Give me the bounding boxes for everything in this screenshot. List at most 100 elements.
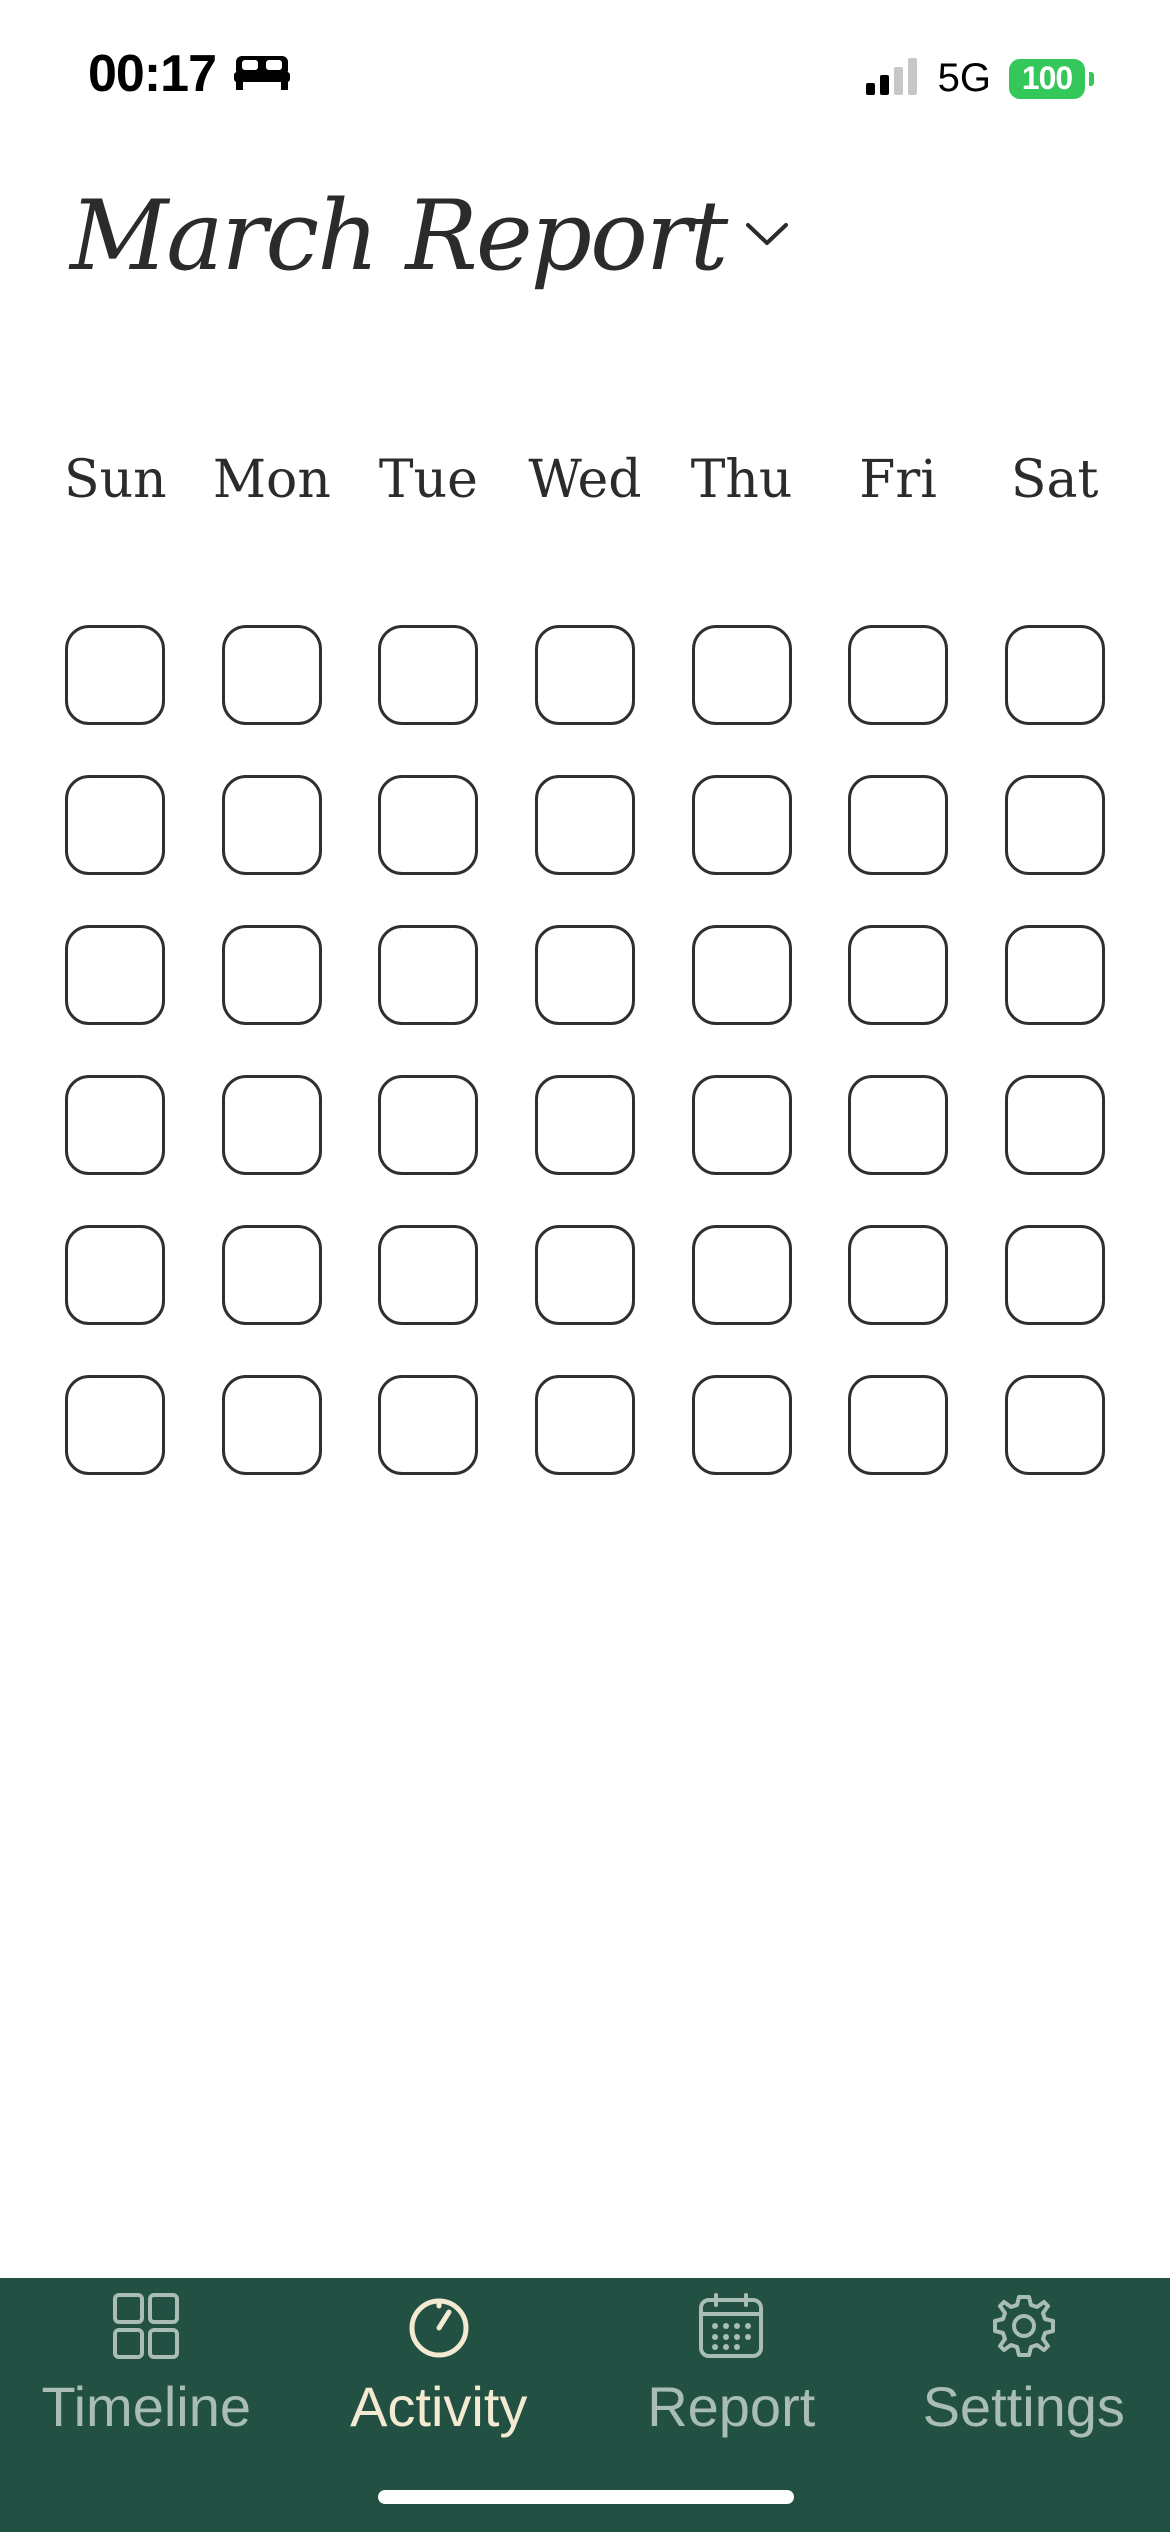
day-checkbox[interactable] — [221, 925, 322, 1025]
calendar-day-cell — [663, 900, 820, 1050]
tab-timeline-label: Timeline — [41, 2375, 252, 2438]
status-time: 00:17 — [88, 45, 217, 103]
day-checkbox[interactable] — [691, 925, 792, 1025]
day-checkbox[interactable] — [534, 1225, 635, 1325]
tab-activity-label: Activity — [350, 2375, 528, 2438]
day-checkbox[interactable] — [691, 625, 792, 725]
day-checkbox[interactable] — [221, 1075, 322, 1175]
day-checkbox[interactable] — [534, 625, 635, 725]
day-checkbox[interactable] — [691, 1225, 792, 1325]
day-checkbox[interactable] — [378, 1075, 479, 1175]
day-checkbox[interactable] — [221, 775, 322, 875]
tab-report[interactable]: Report — [585, 2288, 878, 2448]
calendar-day-cell — [976, 1050, 1133, 1200]
day-checkbox[interactable] — [848, 1375, 949, 1475]
gear-icon — [988, 2290, 1060, 2362]
day-checkbox[interactable] — [221, 1225, 322, 1325]
calendar-day-cell — [507, 750, 664, 900]
calendar-icon — [695, 2290, 767, 2362]
calendar-day-cell — [350, 900, 507, 1050]
day-checkbox[interactable] — [65, 1375, 166, 1475]
calendar-day-cell — [37, 1050, 194, 1200]
tab-settings-label: Settings — [922, 2375, 1125, 2438]
calendar-day-cell — [976, 900, 1133, 1050]
calendar-day-cell — [507, 1350, 664, 1500]
weekday-fri: Fri — [859, 450, 937, 510]
calendar-day-cell — [820, 1050, 977, 1200]
day-checkbox[interactable] — [1004, 925, 1105, 1025]
day-checkbox[interactable] — [848, 625, 949, 725]
calendar-day-cell — [350, 600, 507, 750]
day-checkbox[interactable] — [534, 775, 635, 875]
day-checkbox[interactable] — [65, 625, 166, 725]
calendar-day-cell — [194, 600, 351, 750]
calendar-grid — [37, 600, 1133, 1500]
tab-timeline[interactable]: Timeline — [0, 2288, 293, 2448]
day-checkbox[interactable] — [1004, 1075, 1105, 1175]
calendar-day-cell — [663, 1050, 820, 1200]
battery-percentage: 100 — [1021, 60, 1073, 96]
home-indicator[interactable] — [378, 2490, 794, 2504]
status-right-group: 5G 100 — [864, 56, 1094, 101]
day-checkbox[interactable] — [1004, 625, 1105, 725]
day-checkbox[interactable] — [848, 775, 949, 875]
day-checkbox[interactable] — [65, 1075, 166, 1175]
battery-level: 100 — [1009, 58, 1085, 99]
bed-icon — [234, 52, 290, 97]
day-checkbox[interactable] — [1004, 1375, 1105, 1475]
calendar-day-cell — [663, 600, 820, 750]
day-checkbox[interactable] — [691, 1375, 792, 1475]
weekday-header: Sun Mon Tue Wed Thu Fri Sat — [37, 450, 1133, 510]
calendar-day-cell — [37, 600, 194, 750]
day-checkbox[interactable] — [378, 1225, 479, 1325]
calendar-day-cell — [350, 1350, 507, 1500]
calendar-day-cell — [37, 1200, 194, 1350]
weekday-wed: Wed — [528, 450, 642, 510]
calendar-day-cell — [976, 750, 1133, 900]
calendar-day-cell — [820, 600, 977, 750]
calendar-day-cell — [663, 750, 820, 900]
calendar-day-cell — [350, 750, 507, 900]
calendar-day-cell — [194, 1200, 351, 1350]
day-checkbox[interactable] — [378, 775, 479, 875]
weekday-tue: Tue — [378, 450, 478, 510]
day-checkbox[interactable] — [848, 1075, 949, 1175]
day-checkbox[interactable] — [221, 1375, 322, 1475]
day-checkbox[interactable] — [691, 1075, 792, 1175]
day-checkbox[interactable] — [1004, 775, 1105, 875]
grid-icon — [110, 2290, 182, 2362]
tab-settings[interactable]: Settings — [878, 2288, 1170, 2448]
day-checkbox[interactable] — [378, 1375, 479, 1475]
day-checkbox[interactable] — [848, 925, 949, 1025]
day-checkbox[interactable] — [534, 1075, 635, 1175]
status-bar: 00:17 5G 100 — [0, 0, 1170, 150]
signal-icon — [864, 56, 920, 101]
day-checkbox[interactable] — [221, 625, 322, 725]
calendar-day-cell — [507, 1050, 664, 1200]
calendar-day-cell — [350, 1200, 507, 1350]
timer-icon — [403, 2290, 475, 2362]
tab-activity[interactable]: Activity — [293, 2288, 586, 2448]
day-checkbox[interactable] — [691, 775, 792, 875]
day-checkbox[interactable] — [378, 625, 479, 725]
calendar-day-cell — [663, 1350, 820, 1500]
battery-tip — [1089, 71, 1094, 86]
day-checkbox[interactable] — [848, 1225, 949, 1325]
weekday-thu: Thu — [690, 450, 793, 510]
day-checkbox[interactable] — [378, 925, 479, 1025]
calendar-day-cell — [507, 600, 664, 750]
day-checkbox[interactable] — [1004, 1225, 1105, 1325]
calendar-day-cell — [976, 1200, 1133, 1350]
calendar-day-cell — [194, 1050, 351, 1200]
calendar-day-cell — [194, 1350, 351, 1500]
day-checkbox[interactable] — [65, 925, 166, 1025]
day-checkbox[interactable] — [534, 925, 635, 1025]
weekday-mon: Mon — [212, 450, 331, 510]
day-checkbox[interactable] — [534, 1375, 635, 1475]
calendar-day-cell — [663, 1200, 820, 1350]
calendar-day-cell — [37, 1350, 194, 1500]
month-selector[interactable]: March Report — [70, 180, 790, 292]
day-checkbox[interactable] — [65, 1225, 166, 1325]
calendar-day-cell — [507, 900, 664, 1050]
day-checkbox[interactable] — [65, 775, 166, 875]
